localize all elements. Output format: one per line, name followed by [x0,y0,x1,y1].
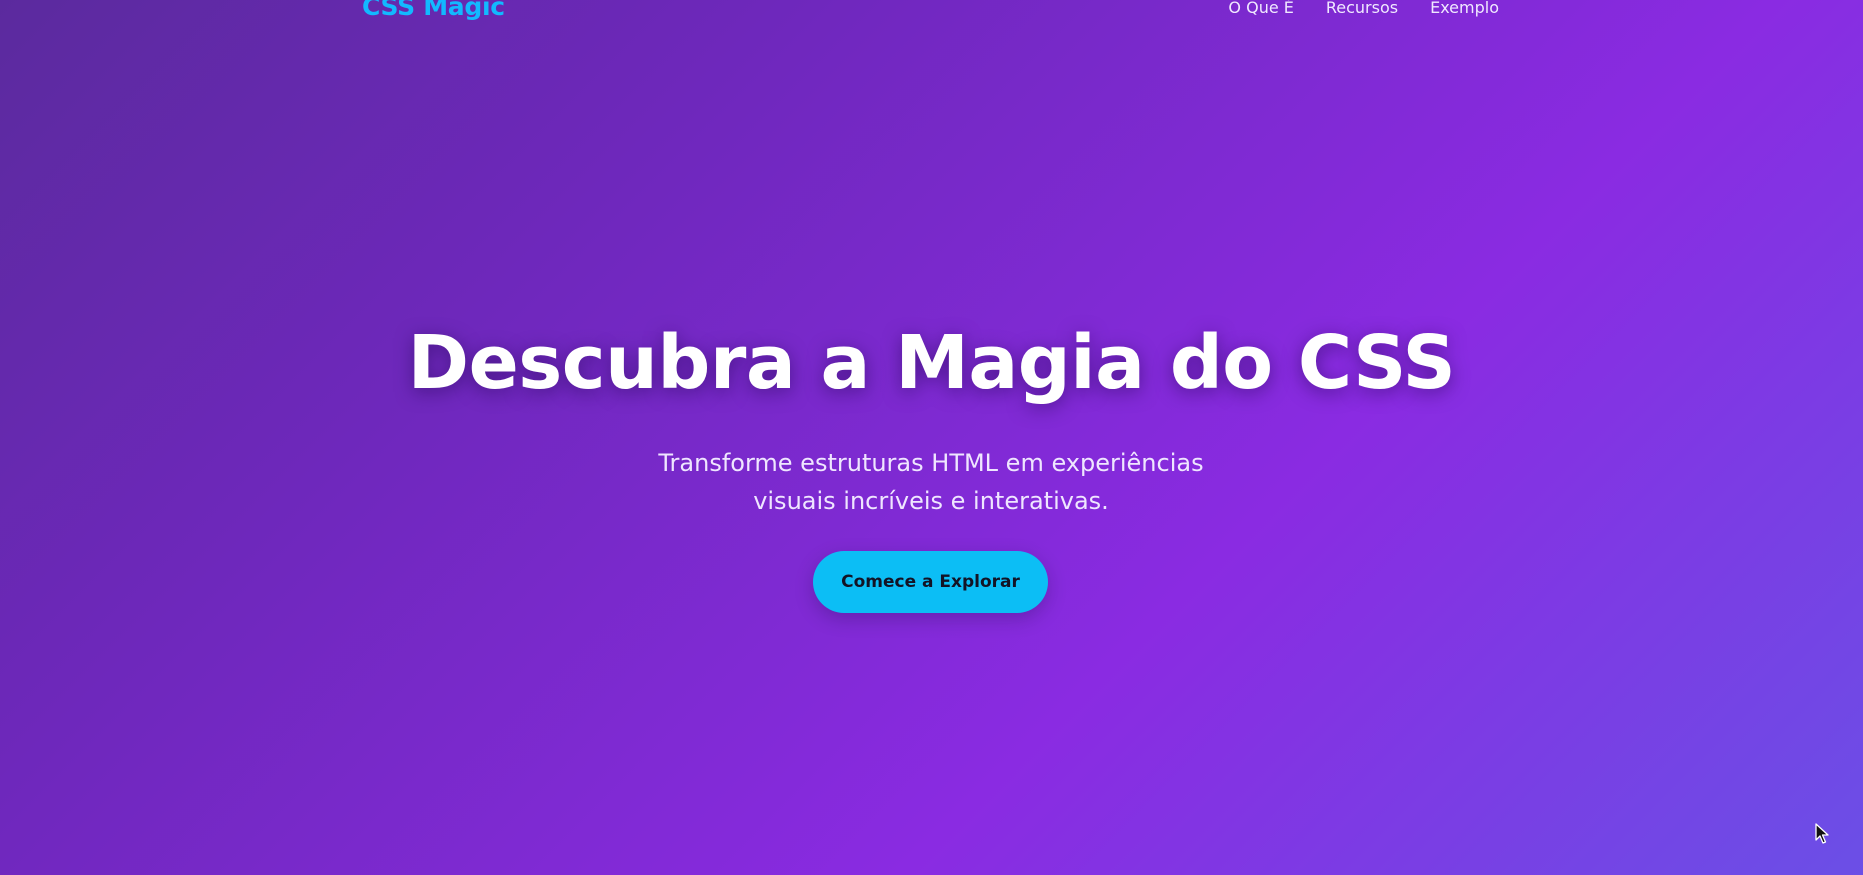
logo-link[interactable]: CSS Magic [362,0,505,21]
nav-link-recursos[interactable]: Recursos [1326,0,1398,17]
hero-subtitle: Transforme estruturas HTML em experiênci… [658,449,1204,515]
main-nav: O Que É Recursos Exemplo [1228,0,1499,17]
mouse-pointer-icon [1815,823,1829,844]
hero-title: Descubra a Magia do CSS [407,320,1456,406]
explore-button[interactable]: Comece a Explorar [813,551,1048,613]
site-header: CSS Magic O Que É Recursos Exemplo [0,0,1863,40]
nav-link-o-que-e[interactable]: O Que É [1228,0,1293,17]
nav-link-exemplo[interactable]: Exemplo [1430,0,1499,17]
